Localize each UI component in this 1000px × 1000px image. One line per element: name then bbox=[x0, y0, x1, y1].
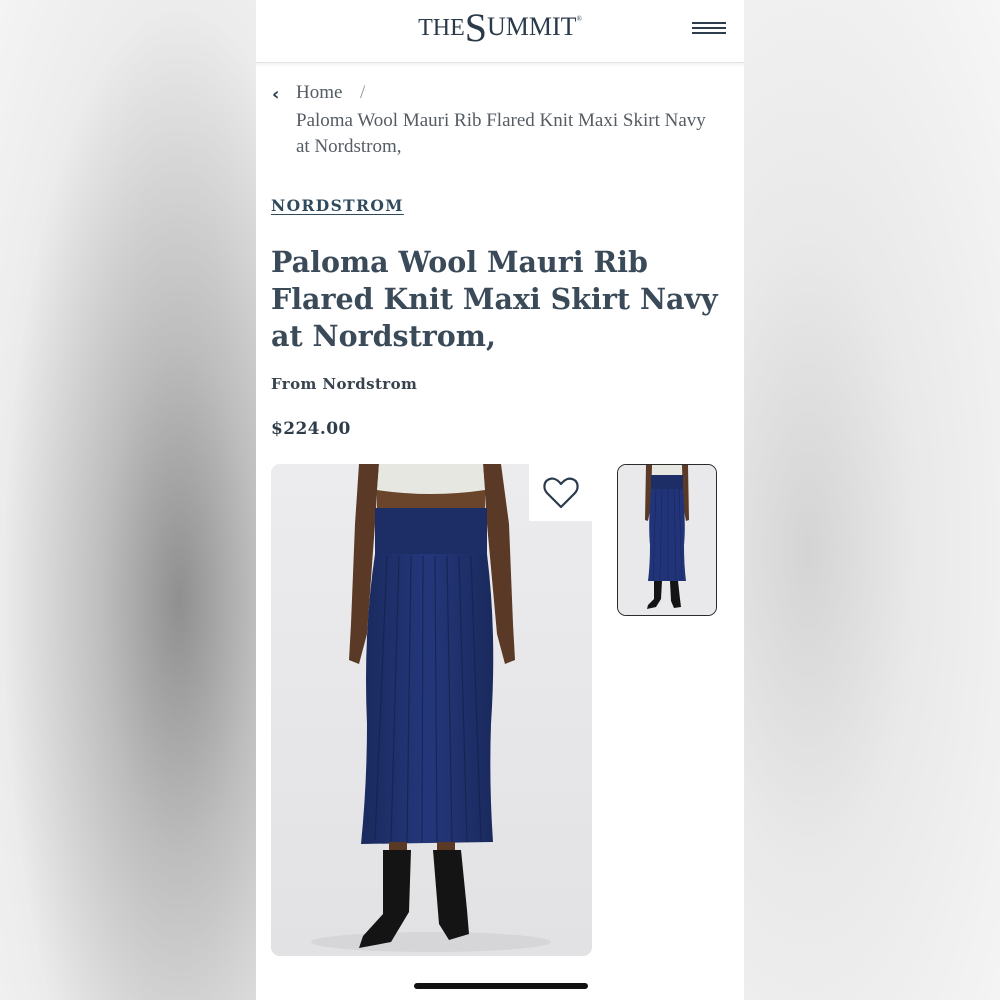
product-price: $224.00 bbox=[271, 419, 351, 439]
home-indicator[interactable] bbox=[414, 983, 588, 989]
background-right bbox=[744, 0, 1000, 1000]
logo-registered: ® bbox=[576, 15, 582, 23]
breadcrumb-separator: / bbox=[360, 82, 366, 103]
heart-icon bbox=[542, 477, 579, 508]
thumbnail-photo bbox=[618, 465, 716, 615]
skirt-photo bbox=[271, 464, 592, 956]
site-logo[interactable]: THESUMMIT® bbox=[256, 8, 744, 48]
background-left bbox=[0, 0, 256, 1000]
breadcrumb-home-link[interactable]: Home bbox=[296, 80, 342, 106]
logo-s: S bbox=[464, 5, 487, 50]
breadcrumb-current-page: Paloma Wool Mauri Rib Flared Knit Maxi S… bbox=[296, 110, 706, 157]
product-title: Paloma Wool Mauri Rib Flared Knit Maxi S… bbox=[271, 245, 718, 353]
product-main-image[interactable] bbox=[271, 464, 592, 956]
site-header: THESUMMIT® bbox=[256, 0, 744, 63]
product-source: From Nordstrom bbox=[271, 375, 418, 393]
favorite-button[interactable] bbox=[529, 464, 592, 521]
retailer-link[interactable]: NORDSTROM bbox=[271, 196, 404, 215]
logo-rest: UMMIT bbox=[487, 12, 577, 41]
phone-screen: THESUMMIT® ‹ Home / Paloma Wool Mauri Ri… bbox=[256, 0, 744, 1000]
logo-the: THE bbox=[418, 15, 465, 41]
hamburger-menu-icon[interactable] bbox=[692, 22, 726, 38]
chevron-left-icon[interactable]: ‹ bbox=[272, 82, 279, 108]
product-thumbnail[interactable] bbox=[617, 464, 717, 616]
